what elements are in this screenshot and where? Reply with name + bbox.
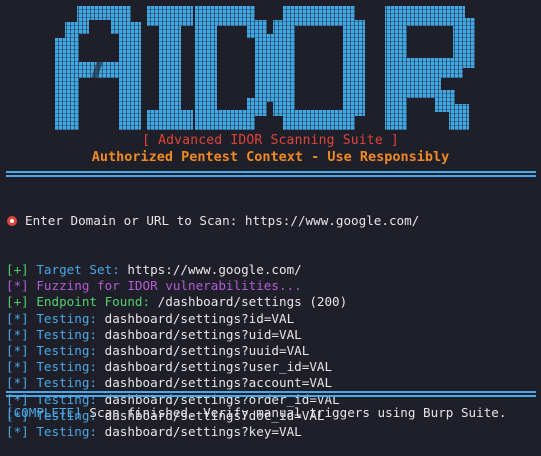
log-line: [+] Target Set: https://www.google.com/	[6, 262, 541, 278]
log-line: [*] Testing: dashboard/settings?account=…	[6, 375, 541, 391]
prompt-line: Enter Domain or URL to Scan: https://www…	[6, 213, 541, 229]
log-label: Testing:	[36, 375, 98, 391]
log-value: /dashboard/settings (200)	[157, 294, 348, 310]
complete-text: Scan finished. Verify manual triggers us…	[89, 405, 507, 420]
log-tag: [*]	[6, 342, 29, 358]
banner-context: Authorized Pentest Context - Use Respons…	[91, 149, 450, 165]
log-tag: [*]	[6, 278, 29, 294]
divider-bottom-2	[6, 395, 536, 397]
log-value: dashboard/settings?id=VAL	[104, 310, 295, 326]
log-label: Testing:	[36, 310, 98, 326]
idor-logo-art	[55, 6, 475, 130]
log-label: Endpoint Found:	[36, 294, 151, 310]
idor-logo	[55, 6, 485, 130]
log-value: dashboard/settings?user_id=VAL	[104, 359, 333, 375]
divider-top-1	[6, 171, 536, 173]
log-tag: [*]	[6, 359, 29, 375]
log-value: dashboard/settings?key=VAL	[104, 423, 302, 439]
target-icon	[7, 216, 17, 227]
log-value: dashboard/settings?account=VAL	[104, 375, 333, 391]
log-label: Fuzzing for IDOR vulnerabilities...	[36, 278, 302, 294]
log-tag: [*]	[6, 326, 29, 342]
log-line: [*] Testing: dashboard/settings?user_id=…	[6, 359, 541, 375]
log-tag: [*]	[6, 375, 29, 391]
log-line: [*] Testing: dashboard/settings?key=VAL	[6, 424, 541, 440]
log-tag: [+]	[6, 262, 29, 277]
log-line: [*] Fuzzing for IDOR vulnerabilities...	[6, 278, 541, 294]
log-value: https://www.google.com/	[127, 262, 302, 277]
log-label: Testing:	[36, 423, 98, 439]
divider-bottom-1	[6, 391, 536, 393]
log-label: Testing:	[36, 359, 98, 375]
log-tag: [+]	[6, 294, 29, 310]
log-label: Target Set:	[36, 262, 120, 277]
log-tag: [*]	[6, 310, 29, 326]
log-tag: [*]	[6, 423, 29, 439]
prompt-text: Enter Domain or URL to Scan: https://www…	[25, 213, 420, 229]
log-line: [*] Testing: dashboard/settings?id=VAL	[6, 311, 541, 327]
banner-subtitle: [ Advanced IDOR Scanning Suite ]	[142, 133, 399, 148]
log-value: dashboard/settings?uuid=VAL	[104, 342, 310, 358]
log-line: [*] Testing: dashboard/settings?uid=VAL	[6, 327, 541, 343]
complete-line: [COMPLETE] Scan finished. Verify manual …	[6, 405, 541, 420]
complete-tag: [COMPLETE]	[6, 405, 82, 420]
log-value: dashboard/settings?uid=VAL	[104, 326, 302, 342]
log-line: [+] Endpoint Found: /dashboard/settings …	[6, 294, 541, 310]
log-label: Testing:	[36, 326, 98, 342]
log-line: [*] Testing: dashboard/settings?uuid=VAL	[6, 343, 541, 359]
divider-top-2	[6, 175, 536, 177]
log-label: Testing:	[36, 342, 98, 358]
